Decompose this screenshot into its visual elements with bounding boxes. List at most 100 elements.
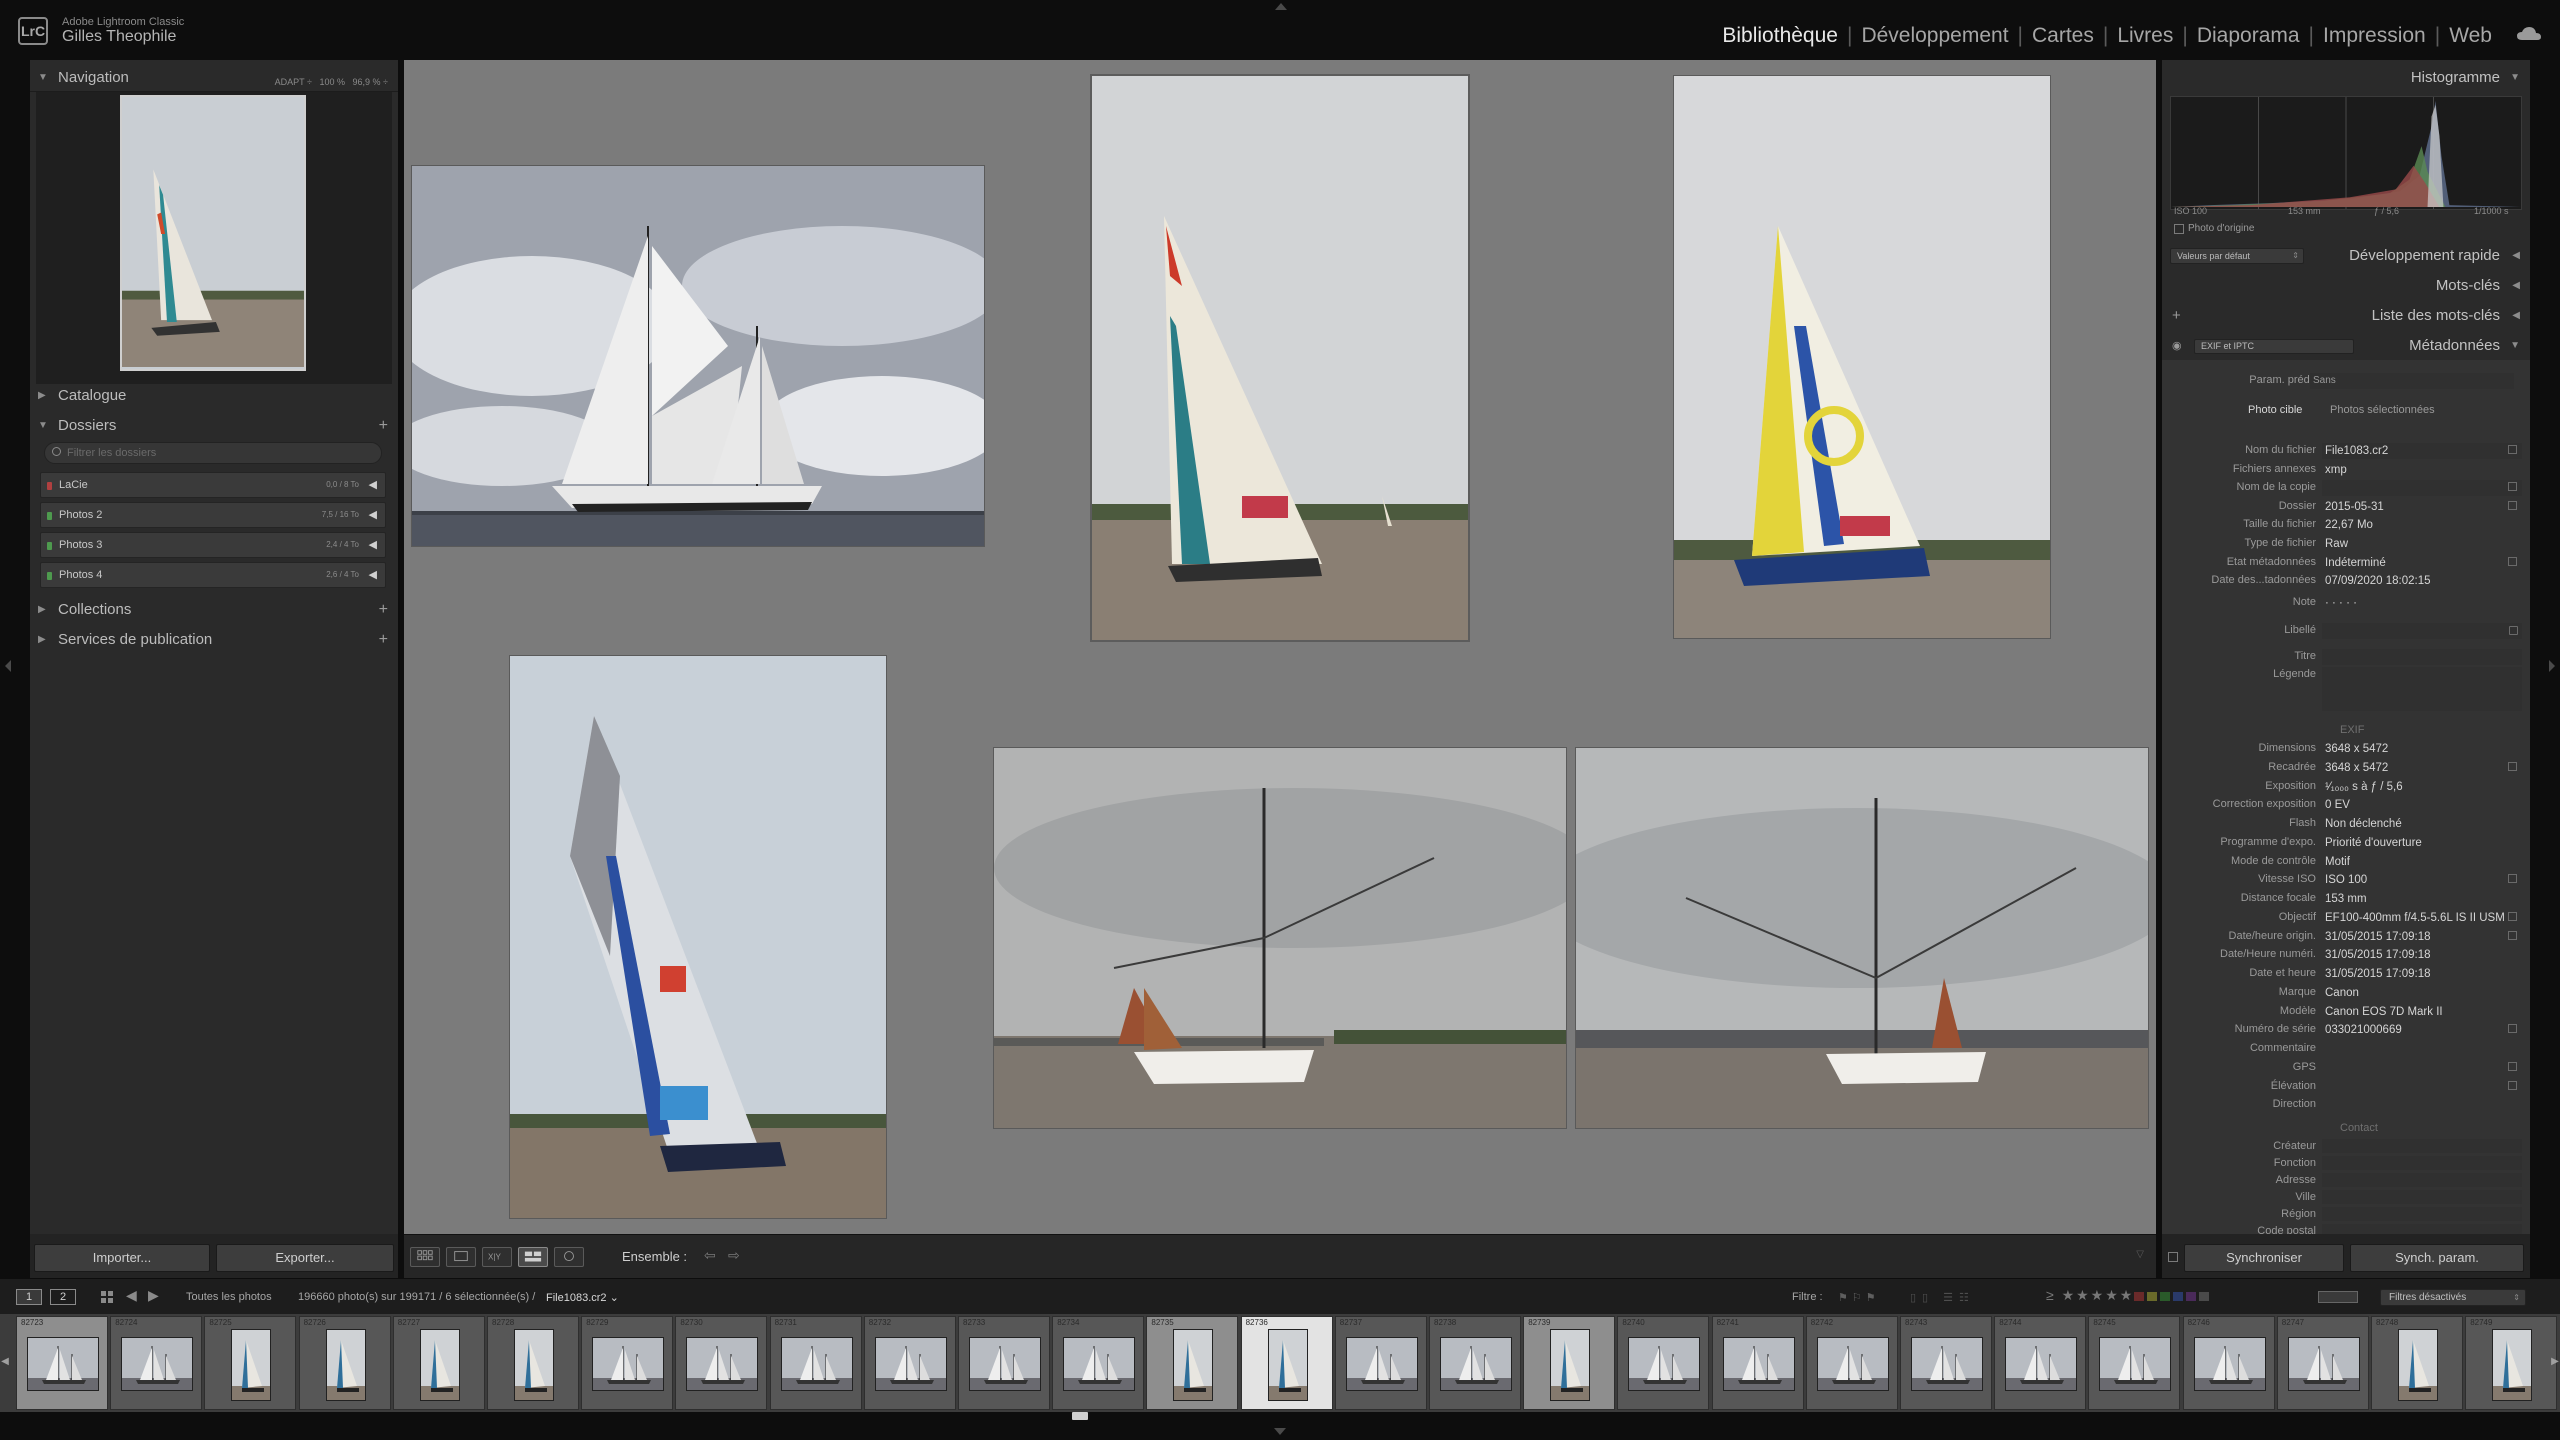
filmstrip-cell[interactable]: 82741 [1711,1316,1804,1410]
label-field[interactable] [2322,623,2522,639]
filmstrip-cell[interactable]: 82723 [16,1316,108,1410]
green-swatch[interactable] [2160,1292,2170,1301]
rotate-left-icon[interactable]: ⇦ [704,1247,716,1264]
contact-field[interactable] [2322,1207,2522,1221]
filmstrip-cell[interactable]: 82737 [1334,1316,1427,1410]
folder-photos-4[interactable]: Photos 4 2,6 / 4 To ◀ [40,562,386,588]
filmstrip-cell[interactable]: 82749 [2465,1316,2558,1410]
rating-filter-stars-icon[interactable]: ≥ ★★★★★ [2046,1287,2134,1304]
add-collection-plus-icon[interactable]: + [379,596,388,624]
zoom-100[interactable]: 100 % [319,77,345,87]
other-swatch[interactable] [2199,1292,2209,1301]
add-folder-plus-icon[interactable]: + [379,412,388,440]
survey-photo-gaffer-2[interactable] [1576,748,2148,1128]
yellow-swatch[interactable] [2147,1292,2157,1301]
grid-view-icon[interactable] [410,1247,440,1267]
filmstrip-cell[interactable]: 82730 [675,1316,768,1410]
collapse-bottom-arrow-icon[interactable] [1274,1428,1286,1435]
tab-selected-photos[interactable]: Photos sélectionnées [2330,404,2435,416]
rotate-right-icon[interactable]: ⇨ [728,1247,740,1264]
survey-photo-yacht-1[interactable] [1092,76,1468,640]
toolbar-options-chevron-icon[interactable]: ▽ [2136,1249,2144,1260]
original-photo-checkbox[interactable] [2174,224,2184,234]
contact-field[interactable] [2322,1139,2522,1153]
filmstrip-cell[interactable]: 82732 [863,1316,956,1410]
histogram-header[interactable]: Histogramme ▼ [2162,64,2530,92]
edit-icon[interactable] [2508,482,2517,492]
add-service-plus-icon[interactable]: + [379,626,388,654]
folder-arrow-icon[interactable]: ◀ [369,503,377,527]
people-view-icon[interactable] [554,1247,584,1267]
zoom-fit[interactable]: ADAPT ÷ [275,77,312,87]
edit-icon[interactable] [2508,1024,2517,1034]
folder-arrow-icon[interactable]: ◀ [369,533,377,557]
module-web[interactable]: Web [2449,24,2492,48]
edit-icon[interactable] [2509,626,2518,635]
filmstrip-cell[interactable]: 82724 [110,1316,203,1410]
forward-arrow-icon[interactable]: ▶ [148,1287,159,1304]
meta-value[interactable] [2322,480,2522,497]
folder-photos-3[interactable]: Photos 3 2,4 / 4 To ◀ [40,532,386,558]
filter-preset-select[interactable]: Filtres désactivés ⇕ [2380,1289,2526,1306]
folder-photos-2[interactable]: Photos 2 7,5 / 16 To ◀ [40,502,386,528]
import-button[interactable]: Importer... [34,1244,210,1272]
contact-field[interactable] [2322,1173,2522,1187]
rating-dots[interactable]: · · · · · [2322,595,2522,611]
histogram-graph[interactable] [2170,96,2522,210]
folder-lacie[interactable]: LaCie 0,0 / 8 To ◀ [40,472,386,498]
filmstrip-cell[interactable]: 82734 [1052,1316,1145,1410]
collapse-right-arrow-icon[interactable] [2549,660,2555,672]
module-bibliotheque[interactable]: Bibliothèque [1722,24,1838,48]
sync-settings-button[interactable]: Synch. param. [2350,1244,2524,1272]
filmstrip-scroll-left-icon[interactable]: ◀ [0,1356,10,1367]
export-button[interactable]: Exporter... [216,1244,394,1272]
navigator-preview-image[interactable] [120,95,306,371]
edit-icon[interactable] [2508,874,2517,884]
loupe-view-icon[interactable] [446,1247,476,1267]
grid-icon[interactable] [100,1290,114,1304]
publish-services-header[interactable]: ▶ Services de publication + [30,626,398,654]
zoom-custom[interactable]: 96,9 % ÷ [353,77,388,87]
preset-select[interactable]: Sans [2310,373,2514,389]
collections-header[interactable]: ▶ Collections + [30,596,398,624]
purple-swatch[interactable] [2186,1292,2196,1301]
module-impression[interactable]: Impression [2323,24,2426,48]
edit-icon[interactable] [2508,930,2517,940]
edit-icon[interactable] [2508,556,2517,566]
survey-photo-tallship-bw[interactable] [412,166,984,546]
cloud-sync-icon[interactable] [2516,26,2542,42]
tab-target-photo[interactable]: Photo cible [2248,404,2302,416]
red-swatch[interactable] [2134,1292,2144,1301]
survey-photo-gaffer-1[interactable] [994,748,1566,1128]
filmstrip-cell[interactable]: 82738 [1429,1316,1521,1410]
filmstrip-cell[interactable]: 82736 [1240,1316,1333,1410]
eye-icon[interactable]: ◉ [2172,332,2182,360]
edit-icon[interactable] [2508,911,2517,921]
collapse-top-arrow-icon[interactable] [1275,3,1287,10]
catalogue-header[interactable]: ▶ Catalogue [30,382,398,410]
meta-value[interactable]: File1083.cr2 [2322,443,2522,459]
caption-field[interactable] [2322,667,2522,711]
filmstrip-source[interactable]: Toutes les photos [186,1291,272,1303]
filmstrip-cell[interactable]: 82726 [298,1316,391,1410]
kind-filter-icons[interactable] [2318,1291,2358,1303]
filmstrip-cell[interactable]: 82725 [204,1316,297,1410]
back-arrow-icon[interactable]: ◀ [126,1287,137,1304]
folder-arrow-icon[interactable]: ◀ [369,473,377,497]
collapse-left-arrow-icon[interactable] [5,660,11,672]
filmstrip-scrollbar-thumb[interactable] [1072,1412,1088,1420]
view-filter-icons[interactable]: ▯▯ ☰☷ [1910,1291,1975,1304]
module-diaporama[interactable]: Diaporama [2197,24,2300,48]
flag-filter-icons[interactable]: ⚑⚐⚑ [1838,1291,1880,1304]
filmstrip-cell[interactable]: 82727 [392,1316,485,1410]
survey-photo-yacht-heeling[interactable] [510,656,886,1218]
blue-swatch[interactable] [2173,1292,2183,1301]
edit-icon[interactable] [2508,1080,2517,1090]
filmstrip-cell[interactable]: 82740 [1617,1316,1710,1410]
filmstrip-cell[interactable]: 82729 [581,1316,674,1410]
metadata-header[interactable]: ◉ EXIF et IPTC Métadonnées ▼ [2162,332,2530,360]
filmstrip-cell[interactable]: 82735 [1146,1316,1239,1410]
filmstrip-cell[interactable]: 82739 [1523,1316,1616,1410]
survey-view-icon[interactable] [518,1247,548,1267]
filmstrip-cell[interactable]: 82748 [2371,1316,2463,1410]
